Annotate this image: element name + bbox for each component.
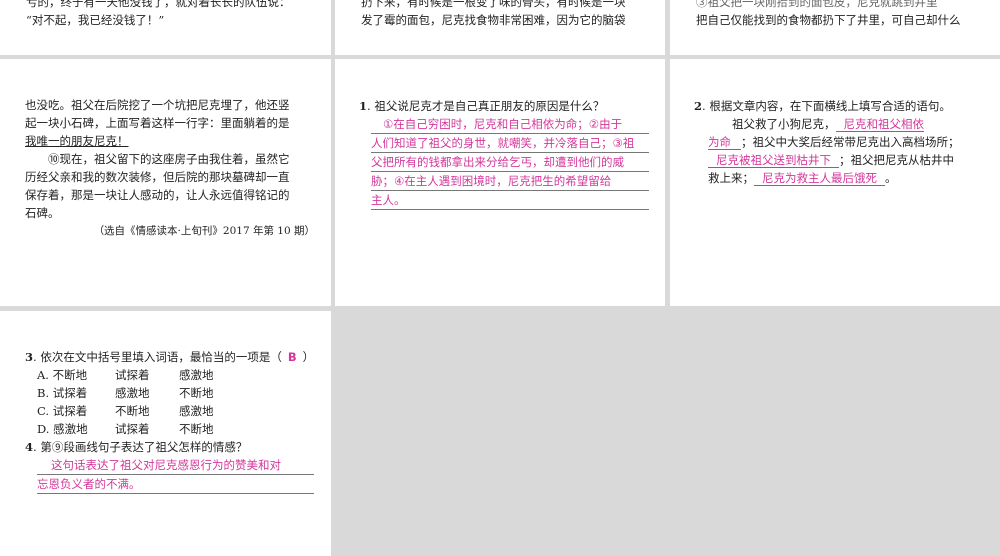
question-number: 4 [25,440,34,454]
option-d: D. 感激地 试探着 不断地 [37,420,214,438]
panel-top-mid: 扔下来，有时候是一根变了味的骨头，有时候是一块 发了霉的面包，尼克找食物非常困难… [335,0,665,55]
question-4: 4. 第⑨段画线句子表达了祖父怎样的情感？ [25,438,247,456]
fill-text: ；祖父把尼克从枯井中 [839,153,954,167]
option-c: C. 试探着 不断地 感激地 [37,402,214,420]
fill-blank-2: 尼克被祖父送到枯井下 [708,153,839,168]
fill-end: 。 [885,171,897,185]
question-number: 3 [25,350,34,364]
fill-line-1: 祖父救了小狗尼克， 尼克和祖父相依 [732,115,924,133]
panel-story: 也没吃。祖父在后院挖了一个坑把尼克埋了，他还竖 起一块小石碑，上面写着这样一行字… [0,59,331,306]
fill-line-2: 为命 ；祖父中大奖后经常带尼克出入高档场所； [708,133,960,151]
story-line: 起一块小石碑，上面写着这样一行字：里面躺着的是 [25,116,290,130]
option-word: D. 感激地 [37,422,88,436]
option-word: 试探着 [115,422,150,436]
question-text: . 祖父说尼克才是自己真正朋友的原因是什么？ [367,99,605,113]
fill-blank-3: 尼克为救主人最后饿死 [754,171,885,186]
option-a: A. 不断地 试探着 感激地 [37,366,214,384]
panel-questions-3-4: 3. 依次在文中括号里填入词语，最恰当的一项是（ B） A. 不断地 试探着 感激地 … [0,311,331,556]
option-word: 试探着 [115,368,150,382]
fill-line-4: 救上来； 尼克为救主人最后饿死。 [708,169,897,187]
fill-line-3: 尼克被祖父送到枯井下 ；祖父把尼克从枯井中 [708,151,954,169]
question-text: . 依次在文中括号里填入词语，最恰当的一项是（ [33,350,282,364]
question-number: 2 [694,99,703,113]
question-text: . 第⑨段画线句子表达了祖父怎样的情感？ [33,440,248,454]
text-line: 把自己仅能找到的食物都扔下了井里，可自己却什么 [696,13,961,27]
option-list: A. 不断地 试探着 感激地 B. 试探着 感激地 不断地 C. 试探着 不断地 感激地 D… [37,366,214,438]
story-source: （选自《情感读本·上旬刊》2017 年第 10 期） [93,225,315,237]
fill-text: 祖父救了小狗尼克， [732,117,836,131]
story-line: 保存着，那是一块让人感动的，让人永远值得铭记的 [25,188,290,202]
text-line: 亏的，终于有一天他没钱了，就对着长长的队伍说： [26,0,291,9]
option-word: 感激地 [179,368,214,382]
question-2: 2. 根据文章内容，在下面横线上填写合适的语句。 [694,97,951,115]
panel-top-right: ③祖父把一块刚拾到的面包皮，尼克就跳到井里 把自己仅能找到的食物都扔下了井里，可… [670,0,1000,55]
option-word: C. 试探着 [37,404,88,418]
text-line: 发了霉的面包，尼克找食物非常困难，因为它的脑袋 [361,13,626,27]
question-number: 1 [359,99,368,113]
answer-line: 人们知道了祖父的身世，就嘲笑，并冷落自己；③祖 [371,134,649,153]
fill-text: ；祖父中大奖后经常带尼克出入高档场所； [741,135,960,149]
question-text-end: ） [302,350,315,364]
panel-question-2: 2. 根据文章内容，在下面横线上填写合适的语句。 祖父救了小狗尼克， 尼克和祖父相… [670,59,1000,306]
question-3-answer: B [287,350,297,364]
answer-line: 这句话表达了祖父对尼克感恩行为的赞美和对 [37,456,314,475]
option-word: 不断地 [115,404,150,418]
answer-line: 主人。 [371,191,649,210]
option-b: B. 试探着 感激地 不断地 [37,384,214,402]
answer-line: 胁；④在主人遇到困境时，尼克把生的希望留给 [371,172,649,191]
story-line-underlined: 我唯一的朋友尼克！ [25,134,129,148]
fill-text: 救上来； [708,171,754,185]
answer-block: ①在自己穷困时，尼克和自己相依为命；②由于 人们知道了祖父的身世，就嘲笑，并冷落… [371,115,649,210]
story-line: 也没吃。祖父在后院挖了一个坑把尼克埋了，他还竖 [25,98,290,112]
answer-line: ①在自己穷困时，尼克和自己相依为命；②由于 [371,115,649,134]
story-line: 石碑。 [25,206,60,220]
option-word: A. 不断地 [37,368,88,382]
fill-blank-1: 尼克和祖父相依 [835,117,924,132]
option-word: B. 试探着 [37,386,88,400]
story-line: ⑩现在，祖父留下的这座房子由我住着，虽然它 [48,152,290,166]
panel-top-left: 亏的，终于有一天他没钱了，就对着长长的队伍说： “对不起，我已经没钱了！” [0,0,331,55]
fill-blank-1-cont: 为命 [708,135,741,150]
panel-question-1: 1. 祖父说尼克才是自己真正朋友的原因是什么？ ①在自己穷困时，尼克和自己相依为… [335,59,665,306]
text-line: ③祖父把一块刚拾到的面包皮，尼克就跳到井里 [696,0,938,9]
option-word: 感激地 [179,404,214,418]
option-word: 不断地 [179,386,214,400]
text-line: “对不起，我已经没钱了！” [26,13,165,27]
question-1: 1. 祖父说尼克才是自己真正朋友的原因是什么？ [359,97,604,115]
option-word: 不断地 [179,422,214,436]
text-line: 扔下来，有时候是一根变了味的骨头，有时候是一块 [361,0,626,9]
story-line: 历经父亲和我的数次装修，但后院的那块墓碑却一直 [25,170,290,184]
option-word: 感激地 [115,386,150,400]
question-3: 3. 依次在文中括号里填入词语，最恰当的一项是（ B ） [25,348,314,366]
question-text: . 根据文章内容，在下面横线上填写合适的语句。 [702,99,951,113]
answer-block: 这句话表达了祖父对尼克感恩行为的赞美和对 忘恩负义者的不满。 [37,456,314,494]
answer-line: 父把所有的钱都拿出来分给乞丐，却遭到他们的威 [371,153,649,172]
answer-line: 忘恩负义者的不满。 [37,475,314,494]
